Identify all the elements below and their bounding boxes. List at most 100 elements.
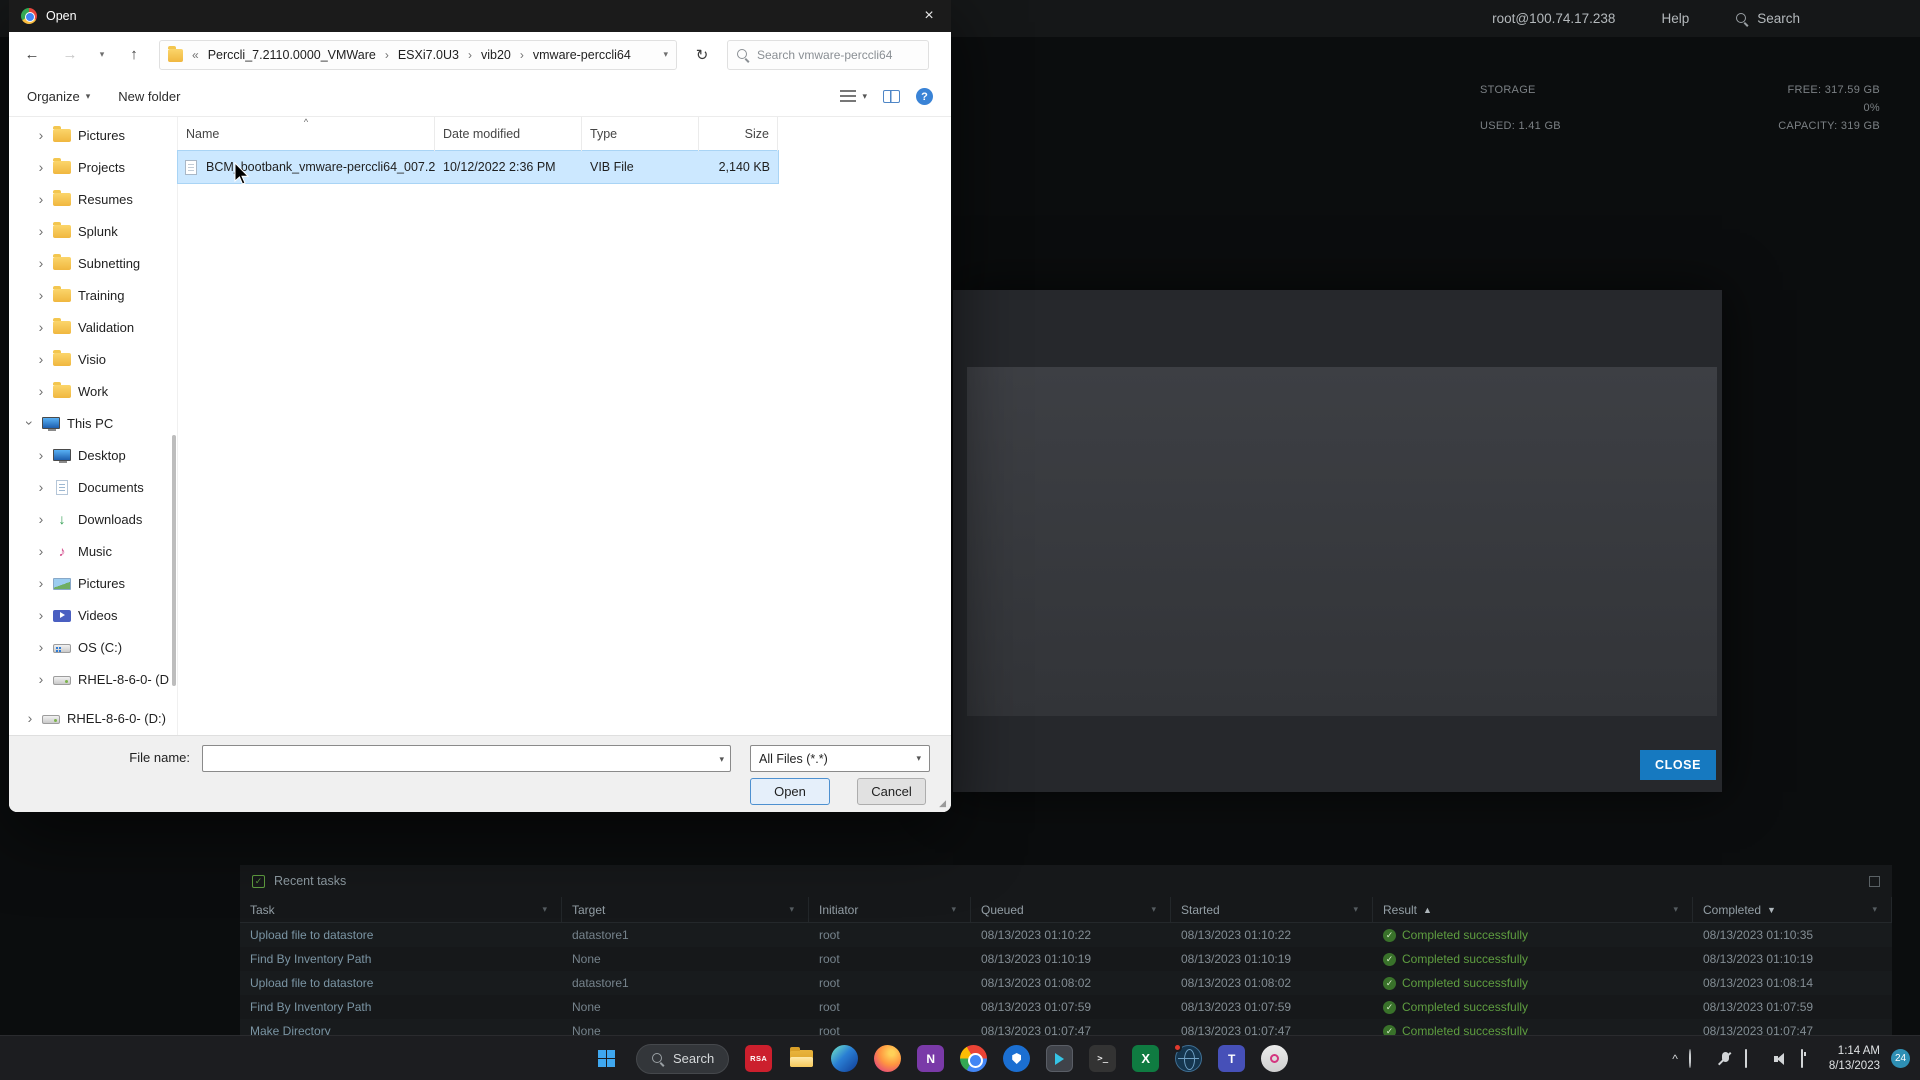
sidebar-item-desktop[interactable]: › Desktop (9, 439, 177, 471)
chevron-right-icon[interactable]: › (36, 672, 46, 686)
chevron-right-icon[interactable]: › (36, 640, 46, 654)
column-header-completed[interactable]: Completed ▼ ▾ (1693, 897, 1892, 922)
history-dropdown-icon[interactable]: ▾ (95, 42, 109, 68)
filter-chevron-icon[interactable]: ▾ (542, 904, 547, 915)
file-name-combobox[interactable]: ▾ (202, 745, 731, 772)
close-icon[interactable]: × (907, 0, 951, 32)
chevron-right-icon[interactable]: › (36, 480, 46, 494)
preview-pane-icon[interactable] (883, 90, 900, 103)
chevron-right-icon[interactable]: › (36, 160, 46, 174)
dialog-title-bar[interactable]: Open × (9, 0, 951, 32)
back-button[interactable]: ← (19, 42, 45, 68)
chevron-right-icon[interactable]: › (36, 576, 46, 590)
chevron-right-icon[interactable]: › (36, 384, 46, 398)
file-type-select[interactable]: All Files (*.*) ▾ (750, 745, 930, 772)
vmware-workstation-icon[interactable] (1046, 1045, 1074, 1072)
filter-chevron-icon[interactable]: ▾ (1151, 904, 1156, 915)
excel-icon[interactable]: X (1132, 1045, 1160, 1072)
sidebar-item-projects[interactable]: › Projects (9, 151, 177, 183)
task-row[interactable]: Find By Inventory Path None root 08/13/2… (240, 995, 1892, 1019)
sidebar-item-resumes[interactable]: › Resumes (9, 183, 177, 215)
column-header-date-modified[interactable]: Date modified (435, 117, 582, 151)
edge-icon[interactable] (831, 1045, 859, 1072)
sidebar-item-videos[interactable]: › Videos (9, 599, 177, 631)
path-ellipsis[interactable]: « (190, 48, 201, 62)
column-header-initiator[interactable]: Initiator ▾ (809, 897, 971, 922)
open-button[interactable]: Open (750, 778, 830, 805)
chevron-right-icon[interactable]: › (36, 320, 46, 334)
filter-chevron-icon[interactable]: ▾ (1673, 904, 1678, 915)
task-row[interactable]: Make Directory None root 08/13/2023 01:0… (240, 1019, 1892, 1035)
sidebar-item-downloads[interactable]: › ↓ Downloads (9, 503, 177, 535)
file-explorer-icon[interactable] (788, 1045, 815, 1072)
chevron-expanded-icon[interactable]: › (22, 418, 38, 428)
change-view-button[interactable]: ▾ (840, 90, 867, 103)
sidebar-item-rhel-d-2[interactable]: › RHEL-8-6-0- (D:) (9, 702, 177, 734)
column-header-name[interactable]: ^ Name (178, 117, 435, 151)
sidebar-item-documents[interactable]: › Documents (9, 471, 177, 503)
chevron-right-icon[interactable]: › (36, 192, 46, 206)
column-header-type[interactable]: Type (582, 117, 699, 151)
column-header-size[interactable]: Size (699, 117, 778, 151)
address-bar[interactable]: « Perccli_7.2110.0000_VMWare › ESXi7.0U3… (159, 39, 677, 70)
microphone-muted-icon[interactable] (1717, 1050, 1734, 1067)
tree-scrollbar[interactable] (172, 435, 176, 686)
battery-icon[interactable] (1800, 1049, 1818, 1068)
chevron-right-icon[interactable]: › (36, 288, 46, 302)
chevron-right-icon[interactable]: › (36, 256, 46, 270)
sidebar-item-music[interactable]: › ♪ Music (9, 535, 177, 567)
network-icon[interactable] (1688, 1049, 1706, 1068)
task-row[interactable]: Find By Inventory Path None root 08/13/2… (240, 947, 1892, 971)
file-row[interactable]: BCM_bootbank_vmware-perccli64_007.2... 1… (177, 150, 779, 184)
chevron-right-icon[interactable]: › (36, 352, 46, 366)
search-input[interactable] (757, 47, 920, 62)
file-search-box[interactable] (727, 39, 929, 70)
volume-icon[interactable] (1773, 1050, 1790, 1067)
sidebar-item-os-c[interactable]: › OS (C:) (9, 631, 177, 663)
teams-icon[interactable]: T (1218, 1045, 1246, 1072)
breadcrumb-segment[interactable]: vmware-perccli64 (533, 48, 631, 62)
notification-count-badge[interactable]: 24 (1891, 1049, 1910, 1068)
sidebar-item-splunk[interactable]: › Splunk (9, 215, 177, 247)
filter-chevron-icon[interactable]: ▾ (951, 904, 956, 915)
up-button[interactable]: ↑ (121, 42, 147, 68)
onenote-icon[interactable]: N (917, 1045, 945, 1072)
chevron-right-icon[interactable]: › (36, 448, 46, 462)
clock[interactable]: 1:14 AM 8/13/2023 (1829, 1044, 1880, 1073)
new-folder-button[interactable]: New folder (118, 89, 180, 104)
taskbar-search[interactable]: Search (636, 1043, 730, 1074)
sidebar-item-this-pc[interactable]: › This PC (9, 407, 177, 439)
rsa-icon[interactable]: RSA (745, 1045, 773, 1072)
refresh-button[interactable]: ↻ (689, 42, 715, 68)
close-button[interactable]: CLOSE (1640, 750, 1716, 780)
expand-icon[interactable] (1869, 875, 1880, 887)
filter-chevron-icon[interactable]: ▾ (789, 904, 794, 915)
filter-chevron-icon[interactable]: ▾ (1353, 904, 1358, 915)
authenticator-icon[interactable] (1003, 1045, 1031, 1072)
column-header-result[interactable]: Result ▲ ▾ (1373, 897, 1693, 922)
esxi-search[interactable]: Search (1735, 11, 1800, 26)
sidebar-item-validation[interactable]: › Validation (9, 311, 177, 343)
sidebar-item-rhel-d[interactable]: › RHEL-8-6-0- (D (9, 663, 177, 695)
forward-button[interactable]: → (57, 42, 83, 68)
breadcrumb-segment[interactable]: ESXi7.0U3 (398, 48, 459, 62)
column-header-target[interactable]: Target ▾ (562, 897, 809, 922)
chevron-right-icon[interactable]: › (36, 544, 46, 558)
start-button[interactable] (593, 1045, 620, 1072)
organize-menu[interactable]: Organize ▾ (27, 89, 90, 104)
file-name-input[interactable] (203, 746, 730, 771)
firefox-icon[interactable] (874, 1045, 902, 1072)
column-header-queued[interactable]: Queued ▾ (971, 897, 1171, 922)
chrome-icon[interactable] (960, 1045, 988, 1072)
cancel-button[interactable]: Cancel (857, 778, 926, 805)
tray-chevron-icon[interactable]: ^ (1672, 1052, 1678, 1066)
sidebar-item-pictures-2[interactable]: › Pictures (9, 567, 177, 599)
task-row[interactable]: Upload file to datastore datastore1 root… (240, 923, 1892, 947)
display-icon[interactable] (1744, 1049, 1762, 1068)
chevron-right-icon[interactable]: › (25, 711, 35, 725)
breadcrumb-segment[interactable]: vib20 (481, 48, 511, 62)
help-link[interactable]: Help (1661, 11, 1689, 26)
sidebar-item-pictures[interactable]: › Pictures (9, 119, 177, 151)
terminal-icon[interactable]: >_ (1089, 1045, 1117, 1072)
chevron-right-icon[interactable]: › (36, 512, 46, 526)
